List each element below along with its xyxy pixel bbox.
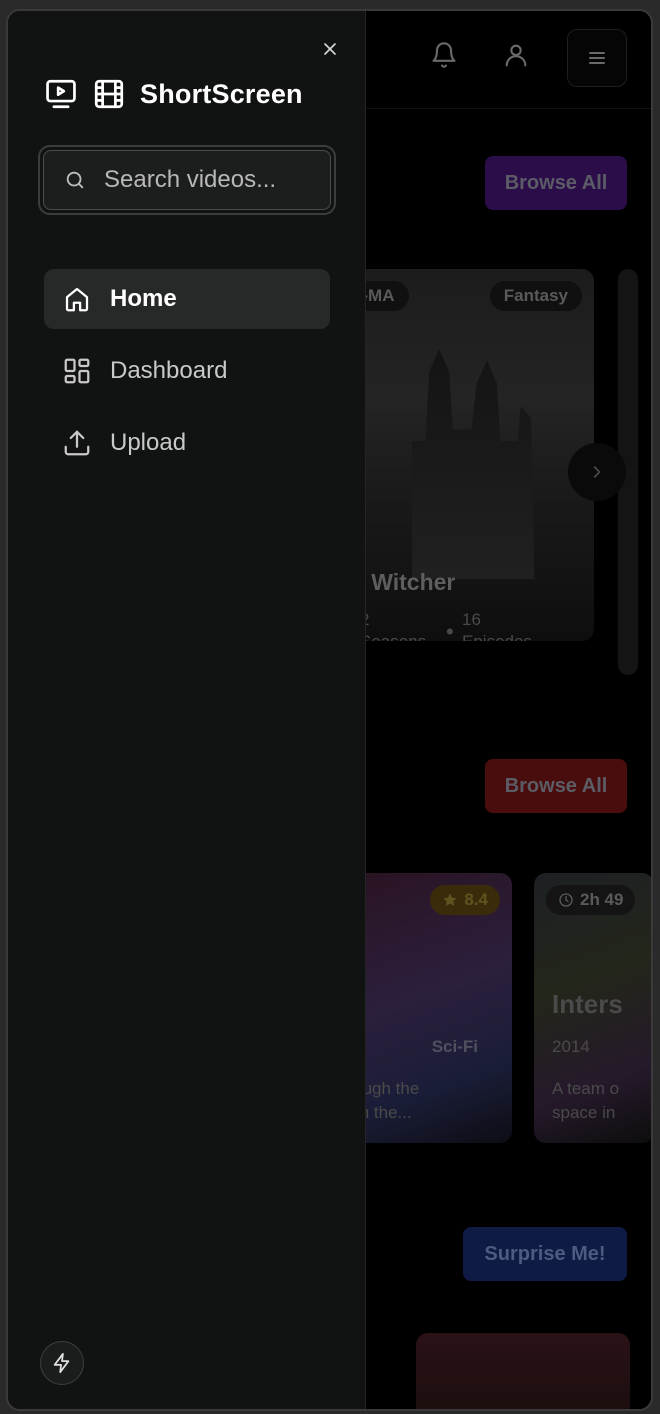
brand-name: ShortScreen [140,78,303,109]
duration-pill: 2h 49 [546,885,636,915]
show-seasons: 2 Seasons [360,609,440,641]
film-icon [94,79,124,109]
movie-year: 2014 [552,1037,590,1056]
clock-icon [559,893,573,907]
star-icon [443,893,458,906]
upload-icon [64,430,90,456]
sidebar-item-upload[interactable]: Upload [44,413,330,473]
sidebar-nav: Home Dashboard Upload [44,269,330,485]
sidebar-item-dashboard[interactable]: Dashboard [44,341,330,401]
bell-icon[interactable] [430,41,458,69]
close-icon [324,43,336,55]
brand[interactable]: ShortScreen [44,75,303,113]
desc-line-1: A team o [552,1079,620,1098]
app-frame: Browse All V-MA Fantasy he Witcher 19 2 … [6,9,653,1411]
show-episodes: 16 Episodes [462,610,532,641]
search-field[interactable] [43,150,414,210]
movie-card-2[interactable]: 2h 49 Inters 2014 A team o space in [534,873,651,1143]
movie-title: Inters [552,989,623,1019]
lightning-icon [53,1352,70,1374]
meta-dot: • [446,619,454,642]
user-icon[interactable] [502,41,530,69]
search-input[interactable] [104,166,414,194]
duration-value: 2h 49 [580,890,624,909]
close-button[interactable] [316,35,344,63]
show-card[interactable]: V-MA Fantasy he Witcher 19 2 Seasons • 1… [338,269,594,641]
browse-all-button-2[interactable]: Browse All [485,759,627,813]
genre-badge: Fantasy [489,281,582,311]
nav-drawer: ShortScreen Home Dashboard Upload [8,11,414,1409]
movie-genre: Sci-Fi [431,1037,478,1056]
movie-description-2: A team o space in [552,1077,619,1125]
castle-image [412,349,535,579]
browse-all-button[interactable]: Browse All [485,156,627,210]
home-icon [65,287,89,312]
sidebar-item-label: Home [110,285,177,312]
search-box [38,145,414,215]
bottom-card[interactable] [416,1333,630,1409]
rating-value: 8.4 [464,890,488,909]
sidebar-item-label: Dashboard [110,357,228,384]
carousel-next-button[interactable] [568,443,626,501]
sidebar-item-label: Upload [110,429,187,456]
tv-play-icon [46,79,76,109]
sidebar-item-home[interactable]: Home [44,269,330,329]
hamburger-icon [589,52,605,64]
dashboard-icon [64,358,90,384]
chevron-right-icon [593,466,601,478]
desc-line-2: space in [552,1103,616,1122]
surprise-me-button[interactable]: Surprise Me! [463,1227,627,1281]
quick-action-button[interactable] [40,1341,84,1385]
menu-button[interactable] [567,29,627,87]
rating-pill: 8.4 [430,885,500,915]
search-icon [66,171,84,189]
